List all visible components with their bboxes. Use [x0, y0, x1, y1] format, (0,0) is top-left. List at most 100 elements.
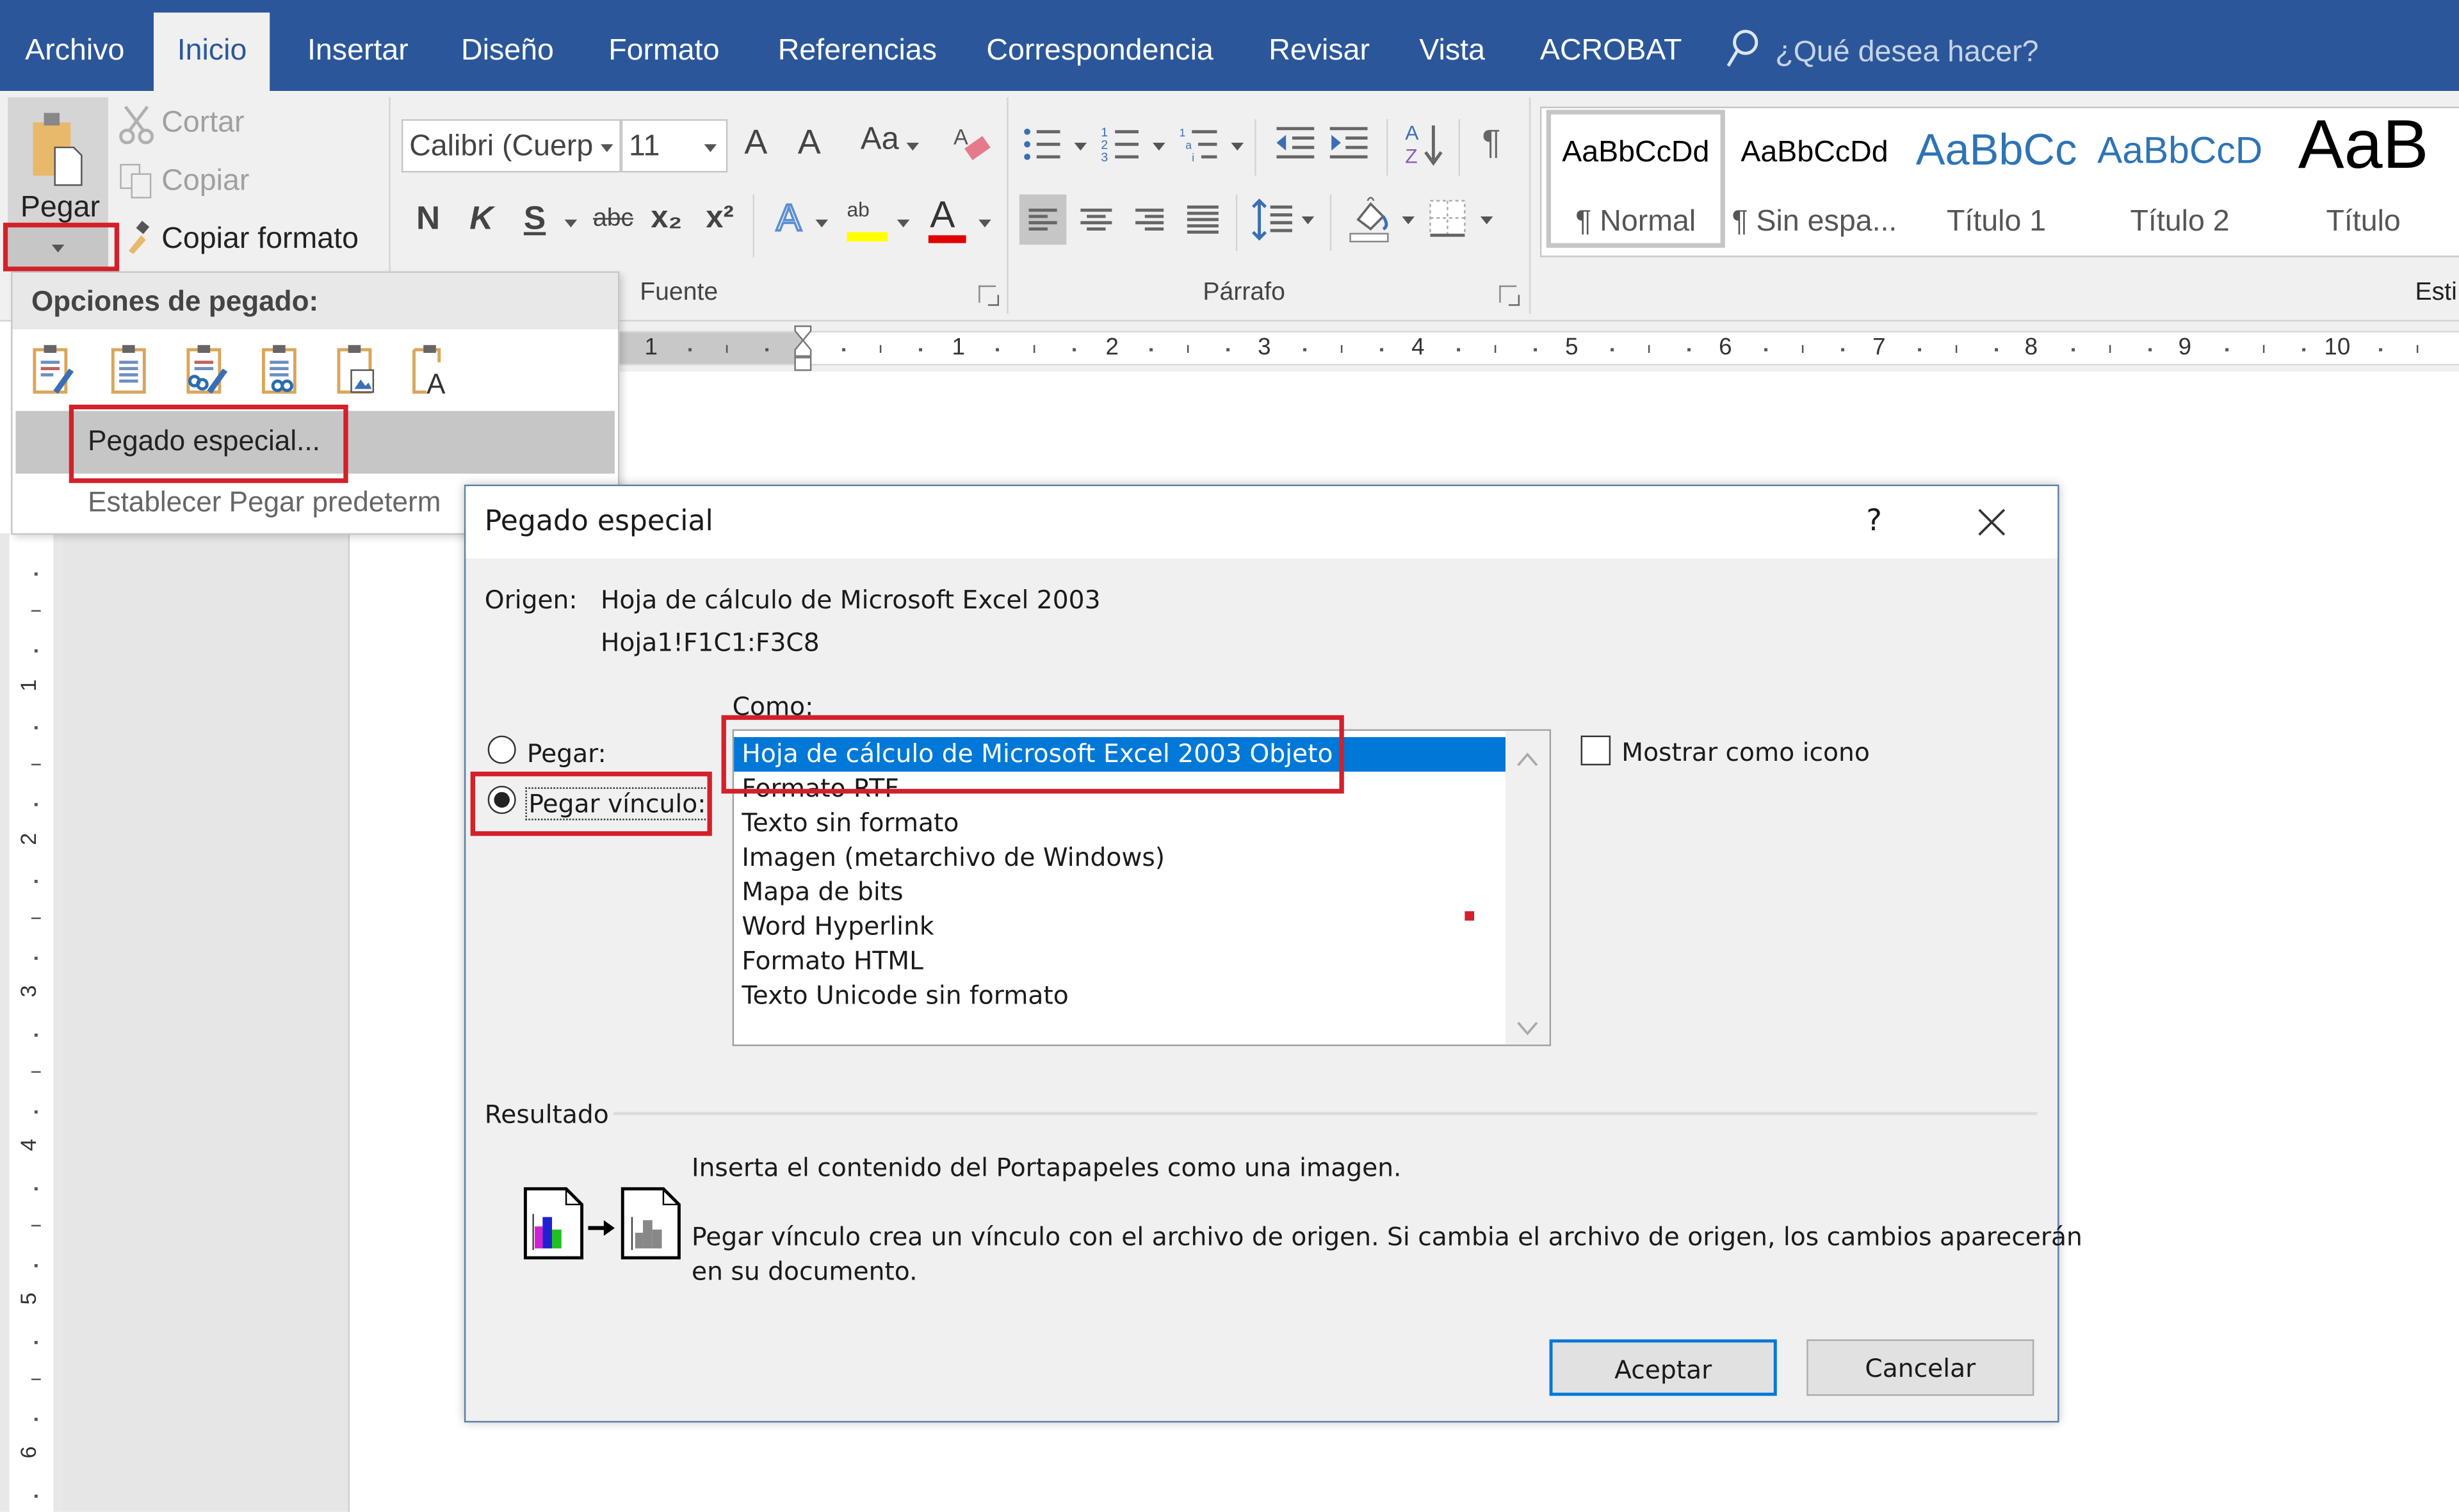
shrink-font-button[interactable]: A [790, 122, 828, 163]
align-left-button[interactable] [1019, 194, 1067, 245]
paste-dropdown-button[interactable] [8, 225, 108, 270]
increase-indent-icon[interactable] [1327, 126, 1371, 163]
tab-insertar[interactable]: Insertar [304, 13, 412, 91]
copy-button[interactable]: Copiar [161, 165, 249, 199]
multilevel-list-icon[interactable]: 1ai [1180, 126, 1224, 164]
format-painter-button[interactable]: Copiar formato [161, 223, 359, 257]
format-listbox[interactable]: Hoja de cálculo de Microsoft Excel 2003 … [732, 729, 1552, 1046]
justify-button[interactable] [1180, 195, 1226, 245]
search-icon[interactable] [1725, 28, 1760, 69]
bold-button[interactable]: N [411, 200, 446, 238]
help-button[interactable]: ? [1866, 503, 1882, 538]
show-marks-button[interactable]: ¶ [1474, 122, 1509, 163]
style-title[interactable]: AaB Título [2274, 107, 2453, 248]
style-heading-2[interactable]: AaBbCcD Título 2 [2091, 110, 2269, 248]
indent-marker[interactable] [793, 325, 812, 371]
paste-picture-icon[interactable] [332, 343, 379, 396]
ruler-tick [2301, 348, 2305, 352]
close-icon[interactable] [1974, 505, 2009, 540]
align-center-button[interactable] [1073, 195, 1119, 245]
ruler-tick [1801, 345, 1804, 354]
paste-keep-source-formatting-icon[interactable] [31, 343, 78, 396]
display-as-icon-label[interactable]: Mostrar como icono [1621, 737, 1870, 767]
display-as-icon-checkbox[interactable] [1580, 735, 1611, 766]
format-option[interactable]: Imagen (metarchivo de Windows) [734, 841, 1505, 875]
paste-merge-formatting-icon[interactable] [107, 343, 154, 396]
format-option[interactable]: Formato HTML [734, 944, 1505, 979]
line-spacing-icon[interactable] [1251, 195, 1295, 245]
format-option[interactable]: Texto Unicode sin formato [734, 979, 1505, 1013]
cancel-button[interactable]: Cancelar [1806, 1339, 2034, 1396]
shading-icon[interactable] [1345, 191, 1392, 245]
borders-icon[interactable] [1427, 195, 1468, 241]
chevron-down-icon [906, 142, 920, 151]
radio-paste-link[interactable] [487, 785, 516, 815]
sort-icon[interactable]: AZ [1402, 119, 1446, 169]
tab-formato[interactable]: Formato [605, 13, 722, 91]
highlight-color-button[interactable]: ab [844, 198, 891, 245]
style-normal[interactable]: AaBbCcDd ¶ Normal [1546, 110, 1725, 248]
format-option[interactable]: Texto sin formato [734, 806, 1505, 841]
tab-inicio[interactable]: Inicio [154, 12, 271, 92]
svg-text:1: 1 [1180, 126, 1186, 139]
radio-paste-label[interactable]: Pegar: [527, 738, 606, 768]
listbox-scrollbar[interactable] [1505, 731, 1550, 1045]
paste-link-merge-icon[interactable] [257, 343, 304, 396]
tab-referencias[interactable]: Referencias [775, 13, 940, 91]
font-dialog-launcher[interactable] [978, 285, 1000, 306]
ok-button[interactable]: Aceptar [1549, 1339, 1777, 1396]
dialog-titlebar[interactable]: Pegado especial ? [466, 486, 2058, 558]
group-separator [1007, 97, 1009, 314]
style-sample: AaBbCcDd [1562, 136, 1710, 170]
format-option[interactable]: Word Hyperlink [734, 909, 1505, 944]
paste-keep-text-only-icon[interactable]: A [408, 343, 455, 400]
horizontal-ruler[interactable]: 1 1 2 3 4 5 6 7 8 9 10 [619, 321, 2459, 372]
text-effects-button[interactable]: A [768, 197, 809, 242]
superscript-button[interactable]: x² [699, 200, 740, 236]
tab-revisar[interactable]: Revisar [1265, 13, 1373, 91]
ruler-tick [34, 1417, 38, 1420]
cut-button[interactable]: Cortar [161, 107, 244, 142]
strikethrough-button[interactable]: abc [590, 206, 637, 234]
italic-button[interactable]: K [464, 200, 499, 238]
menu-item-paste-special[interactable]: Pegado especial... [15, 411, 615, 474]
tab-vista[interactable]: Vista [1416, 13, 1488, 91]
font-color-button[interactable]: A [925, 195, 970, 248]
font-name-combo[interactable]: Calibri (Cuerp [401, 119, 621, 173]
tab-diseno[interactable]: Diseño [458, 13, 557, 91]
format-option[interactable]: Mapa de bits [734, 875, 1505, 910]
subscript-button[interactable]: x₂ [646, 200, 687, 236]
bullets-icon[interactable] [1023, 126, 1067, 163]
style-no-spacing[interactable]: AaBbCcDd ¶ Sin espa... [1725, 110, 1904, 248]
vertical-ruler[interactable]: 1 2 3 4 5 6 [0, 533, 63, 1512]
align-right-button[interactable] [1126, 195, 1173, 245]
paste-link-keep-source-icon[interactable] [182, 343, 229, 396]
paste-button[interactable]: Pegar [8, 97, 108, 226]
tell-me-input[interactable]: ¿Qué desea hacer? [1775, 22, 2038, 85]
font-color-icon: A [930, 194, 955, 237]
tab-archivo[interactable]: Archivo [22, 13, 127, 91]
tab-acrobat[interactable]: ACROBAT [1537, 13, 1685, 91]
scroll-up-icon[interactable] [1516, 744, 1538, 767]
menu-item-set-default-paste[interactable]: Establecer Pegar predeterm [88, 486, 441, 519]
numbering-icon[interactable]: 123 [1101, 126, 1145, 165]
grow-font-button[interactable]: A [737, 122, 775, 163]
paste-label: Pegar [20, 191, 101, 225]
radio-paste[interactable] [487, 735, 516, 764]
paragraph-dialog-launcher[interactable] [1499, 285, 1520, 306]
underline-button[interactable]: S [517, 200, 552, 238]
scroll-down-icon[interactable] [1516, 1013, 1538, 1036]
decrease-indent-icon[interactable] [1274, 126, 1318, 163]
change-case-button[interactable]: Aa [856, 122, 903, 158]
separator [1329, 194, 1332, 251]
styles-group-label: Esti [2415, 279, 2457, 306]
style-heading-1[interactable]: AaBbCc Título 1 [1907, 110, 2086, 248]
tab-correspondencia[interactable]: Correspondencia [984, 13, 1217, 91]
format-option[interactable]: Formato RTF [734, 772, 1505, 806]
format-option[interactable]: Hoja de cálculo de Microsoft Excel 2003 … [734, 737, 1506, 772]
ruler-tick [841, 348, 845, 352]
font-size-combo[interactable]: 11 [621, 119, 728, 173]
ruler-tick [31, 1378, 41, 1381]
radio-paste-link-label[interactable]: Pegar vínculo: [525, 787, 710, 820]
clear-formatting-icon[interactable]: A [950, 122, 994, 167]
